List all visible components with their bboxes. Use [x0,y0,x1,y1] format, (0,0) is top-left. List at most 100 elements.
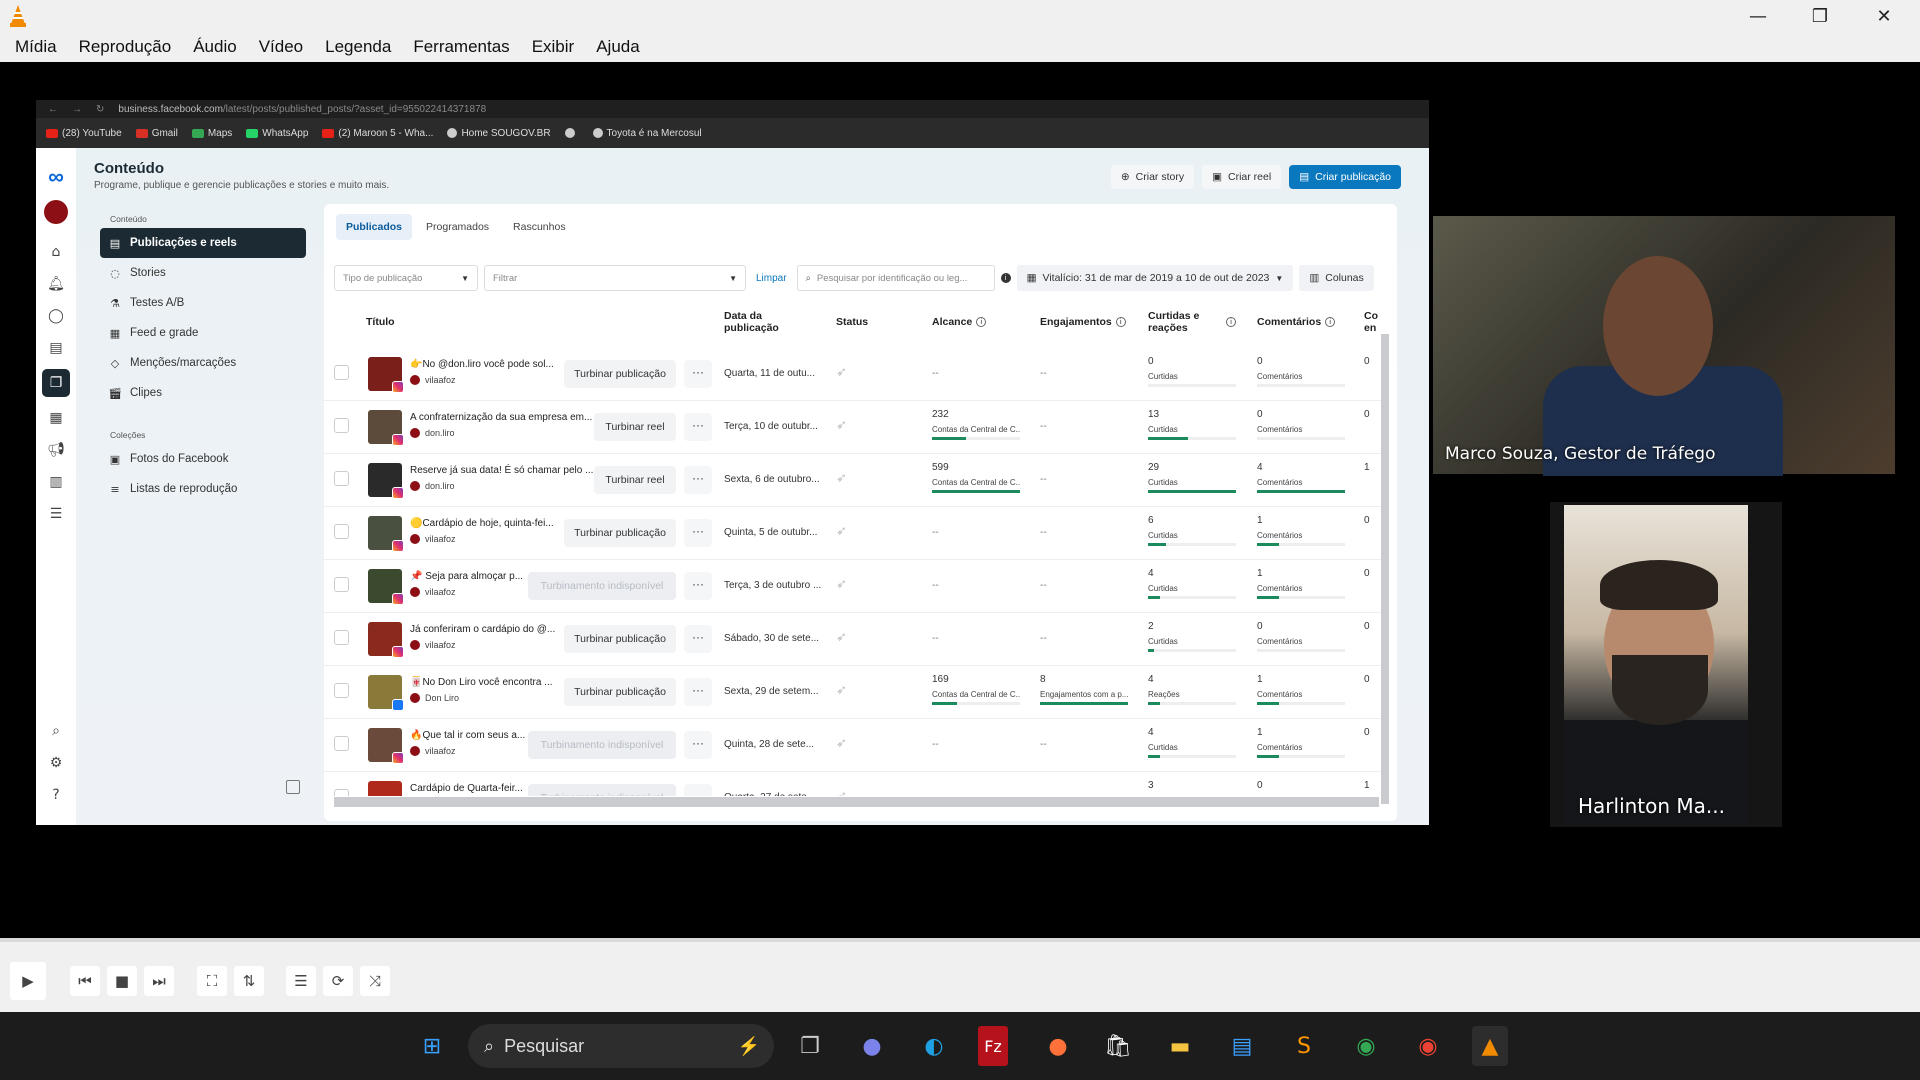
restore-button[interactable]: ❐ [1790,0,1850,32]
row-checkbox[interactable] [334,736,349,751]
table-row[interactable]: Reserve já sua data! É só chamar pelo ..… [324,454,1384,507]
messages-icon[interactable]: ◯ [45,305,67,327]
row-checkbox[interactable] [334,418,349,433]
extended-settings-button[interactable]: ⇅ [234,966,264,996]
menu-video[interactable]: Vídeo [250,37,312,57]
ads-icon[interactable]: 📢︎ [45,439,67,461]
menu-icon[interactable]: ☰ [45,503,67,525]
row-checkbox[interactable] [334,789,349,796]
menu-ajuda[interactable]: Ajuda [587,37,648,57]
page-avatar[interactable] [44,200,68,224]
sidebar-item-testes-a-b[interactable]: ⚗ Testes A/B [100,288,306,318]
create-story-button[interactable]: ⊕ Criar story [1110,165,1195,189]
windows-start-icon[interactable]: ⊞ [414,1026,450,1066]
task-view-icon[interactable]: ❐ [792,1026,828,1066]
row-checkbox[interactable] [334,683,349,698]
microsoft-store-icon[interactable]: 🛍︎ [1100,1026,1136,1066]
bookmark-item[interactable]: Toyota é na Mercosul [592,128,702,139]
row-checkbox[interactable] [334,471,349,486]
boost-button[interactable]: Turbinar publicação [564,360,676,388]
boost-button[interactable]: Turbinar publicação [564,625,676,653]
url-text[interactable]: business.facebook.com/latest/posts/publi… [118,104,486,115]
table-row[interactable]: 🟡Cardápio de hoje, quinta-fei... vilaafoz… [324,507,1384,560]
firefox-icon[interactable]: ● [1040,1026,1076,1066]
meta-logo-icon[interactable]: ∞ [48,164,64,190]
vertical-scrollbar[interactable] [1381,334,1389,804]
post-title[interactable]: Já conferiram o cardápio do @... [410,624,555,635]
menu-midia[interactable]: Mídia [6,37,66,57]
menu-legenda[interactable]: Legenda [316,37,400,57]
reload-icon[interactable]: ↻ [96,104,104,115]
table-row[interactable]: Cardápio de Quarta-feir... Turbinamento i… [324,772,1384,796]
col-truncated[interactable]: Co en [1364,310,1382,334]
fullscreen-button[interactable]: ⛶ [197,966,227,996]
sidebar-item-fotos-do-facebook[interactable]: ▣ Fotos do Facebook [100,444,306,474]
boost-button[interactable]: Turbinar publicação [564,678,676,706]
info-icon[interactable]: i [1226,317,1236,328]
next-button[interactable]: ⏭ [144,966,174,996]
minimize-button[interactable]: — [1728,0,1788,32]
info-icon[interactable]: i [1000,273,1011,283]
content-icon[interactable]: ❐ [42,369,70,397]
post-title[interactable]: 🀄No Don Liro você encontra ... [410,677,553,688]
bookmark-item[interactable] [564,128,579,138]
post-title[interactable]: 📌 Seja para almoçar p... [410,571,523,582]
teams-icon[interactable]: ● [854,1026,890,1066]
search-icon[interactable]: ⌕ [45,720,67,742]
bookmark-item[interactable]: (28) YouTube [46,128,122,139]
taskbar-search[interactable]: ⌕ Pesquisar ⚡ [468,1024,774,1068]
search-input[interactable]: ⌕ Pesquisar por identificação ou leg... [796,265,995,291]
post-title[interactable]: 🔥Que tal ir com seus a... [410,730,525,741]
columns-button[interactable]: ▥ Colunas [1299,265,1374,291]
previous-button[interactable]: ⏮ [70,966,100,996]
row-checkbox[interactable] [334,577,349,592]
post-title[interactable]: A confraternização da sua empresa em... [410,412,592,423]
menu-reproducao[interactable]: Reprodução [70,37,181,57]
notifications-icon[interactable]: 🔔︎ [45,273,67,295]
col-likes[interactable]: Curtidas e reações [1148,310,1212,334]
chrome-icon[interactable]: ◉ [1348,1026,1384,1066]
bookmark-item[interactable]: Gmail [135,128,178,139]
bookmark-item[interactable]: Home SOUGOV.BR [447,128,551,139]
calendar-icon[interactable]: ▦ [45,407,67,429]
post-title[interactable]: 🟡Cardápio de hoje, quinta-fei... [410,518,554,529]
more-options-button[interactable]: ··· [684,731,712,759]
tab-programados[interactable]: Programados [416,214,499,240]
bookmark-item[interactable]: (2) Maroon 5 - Wha... [322,128,433,139]
info-icon[interactable]: i [976,317,987,328]
table-row[interactable]: 🔥Que tal ir com seus a... vilaafoz Turbina… [324,719,1384,772]
more-options-button[interactable]: ··· [684,519,712,547]
col-status[interactable]: Status [836,316,868,328]
edge-icon[interactable]: ◐ [916,1026,952,1066]
row-checkbox[interactable] [334,630,349,645]
post-title[interactable]: Cardápio de Quarta-feir... [410,783,523,794]
contacts-icon[interactable]: ▤ [45,337,67,359]
help-icon[interactable]: ? [45,784,67,806]
more-options-button[interactable]: ··· [684,678,712,706]
more-options-button[interactable]: ··· [684,413,712,441]
notepad-icon[interactable]: ▤ [1224,1026,1260,1066]
date-range-picker[interactable]: ▦ Vitalício: 31 de mar de 2019 a 10 de ou… [1016,265,1294,291]
sidebar-item-listas-de-reprodu-o[interactable]: ≡ Listas de reprodução [100,474,306,504]
row-checkbox[interactable] [334,365,349,380]
vlc-taskbar-icon[interactable]: ▲ [1472,1026,1508,1066]
table-row[interactable]: 📌 Seja para almoçar p... vilaafoz Turbinam… [324,560,1384,613]
forward-icon[interactable]: → [72,104,82,115]
sidebar-item-publica-es-e-reels[interactable]: ▤ Publicações e reels [100,228,306,258]
post-title[interactable]: 👉No @don.liro você pode sol... [410,359,554,370]
settings-icon[interactable]: ⚙ [45,752,67,774]
col-likes-info[interactable]: i [1222,316,1236,328]
sidebar-item-men-es-marca-es[interactable]: ◇ Menções/marcações [100,348,306,378]
address-bar[interactable]: ← → ↻ business.facebook.com/latest/posts… [36,100,1429,118]
menu-audio[interactable]: Áudio [184,37,245,57]
table-row[interactable]: A confraternização da sua empresa em... d… [324,401,1384,454]
table-row[interactable]: 👉No @don.liro você pode sol... vilaafoz Tu… [324,348,1384,401]
insights-icon[interactable]: ▥ [45,471,67,493]
info-icon[interactable]: i [1325,317,1336,328]
bookmark-item[interactable]: WhatsApp [246,128,308,139]
more-options-button[interactable]: ··· [684,466,712,494]
row-checkbox[interactable] [334,524,349,539]
boost-button[interactable]: Turbinar reel [594,413,676,441]
filter-select[interactable]: Filtrar ▼ [484,265,746,291]
col-engagement[interactable]: Engajamentos i [1040,316,1126,328]
